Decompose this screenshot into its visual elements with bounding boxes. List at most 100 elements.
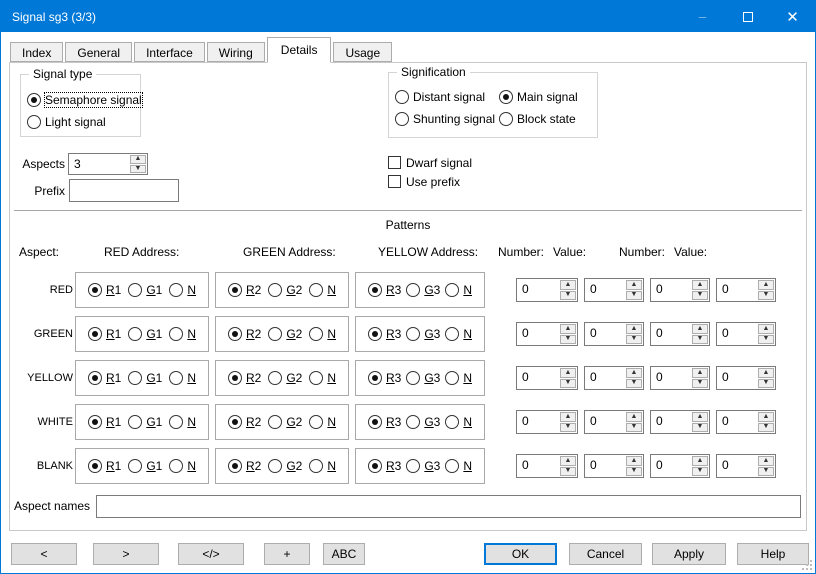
- radio-g2[interactable]: G2: [268, 415, 302, 429]
- spin-up-button[interactable]: ▲: [692, 324, 708, 334]
- pattern-stepper[interactable]: 0▲▼: [650, 366, 710, 390]
- checkbox-use-prefix[interactable]: Use prefix: [388, 174, 460, 189]
- stepper-value[interactable]: 0: [651, 455, 691, 477]
- radio-shunting-signal[interactable]: Shunting signal: [395, 108, 499, 130]
- minimize-button[interactable]: –: [680, 1, 725, 32]
- pattern-stepper[interactable]: 0▲▼: [650, 454, 710, 478]
- radio-g2[interactable]: G2: [268, 327, 302, 341]
- spin-down-button[interactable]: ▼: [692, 467, 708, 477]
- stepper-value[interactable]: 0: [517, 455, 559, 477]
- nav-button-prev-next[interactable]: </>: [178, 543, 244, 565]
- cancel-button[interactable]: Cancel: [569, 543, 642, 565]
- titlebar[interactable]: Signal sg3 (3/3) – ✕: [1, 1, 815, 32]
- ok-button[interactable]: OK: [484, 543, 557, 565]
- stepper-value[interactable]: 0: [585, 323, 625, 345]
- stepper-value[interactable]: 0: [717, 279, 757, 301]
- maximize-button[interactable]: [725, 1, 770, 32]
- pattern-stepper[interactable]: 0▲▼: [650, 322, 710, 346]
- stepper-value[interactable]: 0: [517, 279, 559, 301]
- help-button[interactable]: Help: [737, 543, 809, 565]
- spin-down-button[interactable]: ▼: [758, 335, 774, 345]
- stepper-value[interactable]: 0: [585, 455, 625, 477]
- aspect-names-input[interactable]: [96, 495, 801, 518]
- stepper-value[interactable]: 0: [651, 411, 691, 433]
- pattern-stepper[interactable]: 0▲▼: [516, 410, 578, 434]
- spin-down-button[interactable]: ▼: [626, 467, 642, 477]
- spin-down-button[interactable]: ▼: [560, 291, 576, 301]
- spin-up-button[interactable]: ▲: [692, 456, 708, 466]
- spin-down-button[interactable]: ▼: [626, 379, 642, 389]
- spin-up-button[interactable]: ▲: [560, 412, 576, 422]
- resize-grip-icon[interactable]: [802, 560, 812, 570]
- radio-n[interactable]: N: [309, 459, 336, 473]
- pattern-stepper[interactable]: 0▲▼: [584, 410, 644, 434]
- stepper-value[interactable]: 0: [517, 323, 559, 345]
- stepper-value[interactable]: 0: [717, 367, 757, 389]
- stepper-value[interactable]: 0: [517, 367, 559, 389]
- spin-down-button[interactable]: ▼: [758, 379, 774, 389]
- radio-r2[interactable]: R2: [228, 415, 261, 429]
- pattern-stepper[interactable]: 0▲▼: [716, 410, 776, 434]
- spin-up-button[interactable]: ▲: [758, 368, 774, 378]
- spin-down-button[interactable]: ▼: [692, 423, 708, 433]
- spin-up-button[interactable]: ▲: [560, 368, 576, 378]
- nav-button-add[interactable]: +: [264, 543, 310, 565]
- spin-up-button[interactable]: ▲: [626, 368, 642, 378]
- close-button[interactable]: ✕: [770, 1, 815, 32]
- radio-g3[interactable]: G3: [406, 415, 440, 429]
- spin-down-button[interactable]: ▼: [130, 165, 146, 174]
- spin-up-button[interactable]: ▲: [626, 456, 642, 466]
- tab-general[interactable]: General: [65, 42, 132, 62]
- spin-up-button[interactable]: ▲: [130, 155, 146, 164]
- prefix-input[interactable]: [69, 179, 179, 202]
- radio-n[interactable]: N: [445, 283, 472, 297]
- spin-up-button[interactable]: ▲: [560, 456, 576, 466]
- aspects-stepper[interactable]: 3 ▲ ▼: [68, 153, 148, 175]
- nav-button-next[interactable]: >: [93, 543, 159, 565]
- radio-g3[interactable]: G3: [406, 283, 440, 297]
- radio-g3[interactable]: G3: [406, 459, 440, 473]
- stepper-value[interactable]: 0: [717, 455, 757, 477]
- spin-up-button[interactable]: ▲: [758, 280, 774, 290]
- spin-up-button[interactable]: ▲: [692, 412, 708, 422]
- radio-g1[interactable]: G1: [128, 459, 162, 473]
- tab-details[interactable]: Details: [267, 37, 332, 63]
- radio-r3[interactable]: R3: [368, 283, 401, 297]
- checkbox-dwarf-signal[interactable]: Dwarf signal: [388, 155, 472, 170]
- radio-r2[interactable]: R2: [228, 327, 261, 341]
- radio-r1[interactable]: R1: [88, 371, 121, 385]
- spin-down-button[interactable]: ▼: [758, 291, 774, 301]
- radio-n[interactable]: N: [169, 415, 196, 429]
- radio-n[interactable]: N: [445, 327, 472, 341]
- pattern-stepper[interactable]: 0▲▼: [516, 278, 578, 302]
- radio-g2[interactable]: G2: [268, 283, 302, 297]
- nav-button-abc[interactable]: ABC: [323, 543, 365, 565]
- radio-semaphore-signal[interactable]: Semaphore signal: [27, 89, 136, 111]
- pattern-stepper[interactable]: 0▲▼: [716, 366, 776, 390]
- stepper-value[interactable]: 0: [651, 367, 691, 389]
- spin-up-button[interactable]: ▲: [758, 456, 774, 466]
- radio-r2[interactable]: R2: [228, 459, 261, 473]
- stepper-value[interactable]: 0: [717, 411, 757, 433]
- spin-up-button[interactable]: ▲: [560, 280, 576, 290]
- pattern-stepper[interactable]: 0▲▼: [584, 454, 644, 478]
- spin-down-button[interactable]: ▼: [560, 335, 576, 345]
- radio-n[interactable]: N: [169, 327, 196, 341]
- radio-n[interactable]: N: [309, 283, 336, 297]
- radio-r1[interactable]: R1: [88, 415, 121, 429]
- radio-distant-signal[interactable]: Distant signal: [395, 86, 499, 108]
- pattern-stepper[interactable]: 0▲▼: [584, 366, 644, 390]
- spin-down-button[interactable]: ▼: [626, 335, 642, 345]
- radio-g1[interactable]: G1: [128, 327, 162, 341]
- radio-main-signal[interactable]: Main signal: [499, 86, 593, 108]
- spin-up-button[interactable]: ▲: [758, 412, 774, 422]
- stepper-value[interactable]: 0: [585, 367, 625, 389]
- radio-block-state[interactable]: Block state: [499, 108, 593, 130]
- pattern-stepper[interactable]: 0▲▼: [716, 454, 776, 478]
- radio-g1[interactable]: G1: [128, 415, 162, 429]
- radio-r3[interactable]: R3: [368, 371, 401, 385]
- tab-index[interactable]: Index: [10, 42, 63, 62]
- spin-down-button[interactable]: ▼: [560, 467, 576, 477]
- spin-up-button[interactable]: ▲: [692, 280, 708, 290]
- radio-g1[interactable]: G1: [128, 371, 162, 385]
